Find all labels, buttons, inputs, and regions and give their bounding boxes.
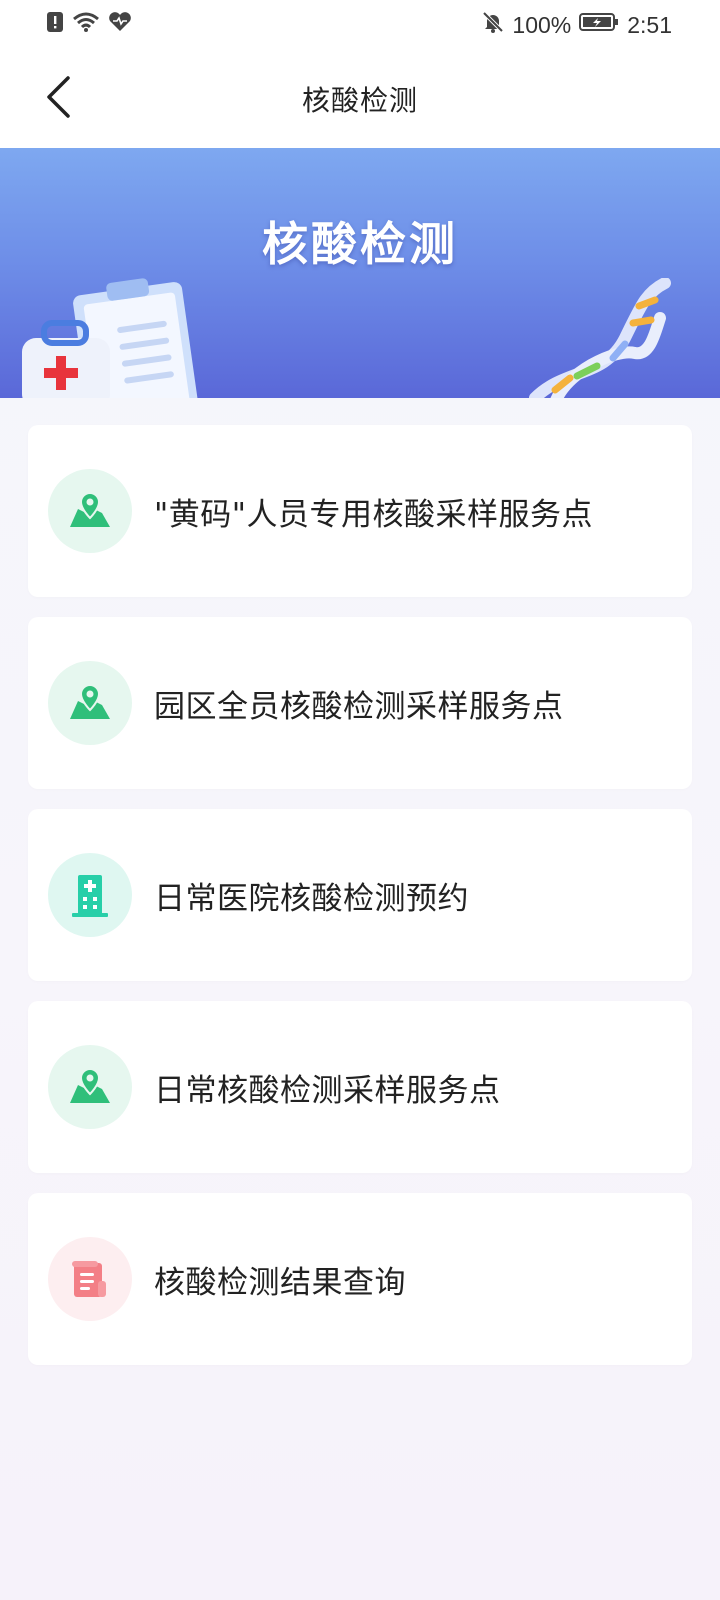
banner: 核酸检测 [0, 148, 720, 398]
clock: 2:51 [627, 11, 672, 38]
menu-list: "黄码"人员专用核酸采样服务点 园区全员核酸检测采样服务点 日常医院核酸检测预约… [28, 425, 692, 1385]
heart-icon [108, 11, 132, 39]
map-pin-icon [48, 469, 132, 553]
alert-icon [46, 11, 64, 39]
hospital-icon [48, 853, 132, 937]
menu-item-result-query[interactable]: 核酸检测结果查询 [28, 1193, 692, 1365]
battery-icon [579, 11, 619, 39]
dna-illustration [525, 277, 675, 398]
back-button[interactable] [36, 74, 80, 124]
menu-item-label: "黄码"人员专用核酸采样服务点 [154, 496, 594, 533]
clipboard-medical-kit-illustration [20, 268, 210, 398]
status-right: 100% 2:51 [482, 11, 672, 39]
menu-item-label: 园区全员核酸检测采样服务点 [154, 688, 564, 725]
document-scroll-icon [48, 1237, 132, 1321]
battery-percent: 100% [512, 11, 572, 38]
app-header: 核酸检测 [0, 50, 720, 148]
menu-item-park-sampling[interactable]: 园区全员核酸检测采样服务点 [28, 617, 692, 789]
menu-item-label: 日常医院核酸检测预约 [154, 880, 469, 917]
status-bar: 100% 2:51 [0, 0, 720, 50]
map-pin-icon [48, 661, 132, 745]
map-pin-icon [48, 1045, 132, 1129]
menu-item-daily-sampling[interactable]: 日常核酸检测采样服务点 [28, 1001, 692, 1173]
wifi-icon [72, 11, 100, 39]
menu-item-yellow-code-sampling[interactable]: "黄码"人员专用核酸采样服务点 [28, 425, 692, 597]
back-chevron-icon [44, 75, 72, 123]
menu-item-label: 核酸检测结果查询 [154, 1264, 406, 1301]
page-title: 核酸检测 [301, 84, 418, 117]
status-left [46, 11, 132, 39]
banner-title: 核酸检测 [262, 217, 458, 271]
menu-item-label: 日常核酸检测采样服务点 [154, 1072, 501, 1109]
menu-item-hospital-appointment[interactable]: 日常医院核酸检测预约 [28, 809, 692, 981]
mute-bell-icon [482, 11, 504, 39]
